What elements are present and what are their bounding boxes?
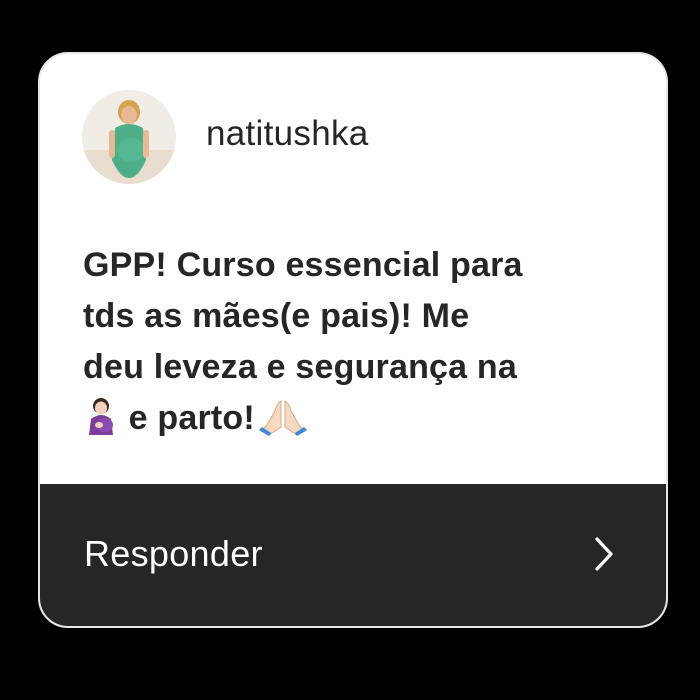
card-header: natitushka <box>40 54 666 204</box>
message-line: e parto! <box>83 393 643 452</box>
message-last-text: e parto! <box>119 399 255 437</box>
chevron-right-icon <box>595 537 613 571</box>
story-reply-message: GPP! Curso essencial para tds as mães(e … <box>83 240 643 452</box>
avatar[interactable] <box>82 90 176 184</box>
reply-card: natitushka GPP! Curso essencial para tds… <box>38 52 668 628</box>
username[interactable]: natitushka <box>206 116 369 151</box>
message-line: deu leveza e segurança na <box>83 348 517 386</box>
user-avatar-icon <box>82 90 176 184</box>
reply-label: Responder <box>84 533 263 574</box>
reply-button[interactable]: Responder <box>40 484 666 626</box>
pregnant-woman-emoji-icon <box>83 397 119 452</box>
message-line: GPP! Curso essencial para <box>83 246 523 284</box>
folded-hands-emoji-icon <box>255 397 311 452</box>
message-line: tds as mães(e pais)! Me <box>83 297 470 335</box>
